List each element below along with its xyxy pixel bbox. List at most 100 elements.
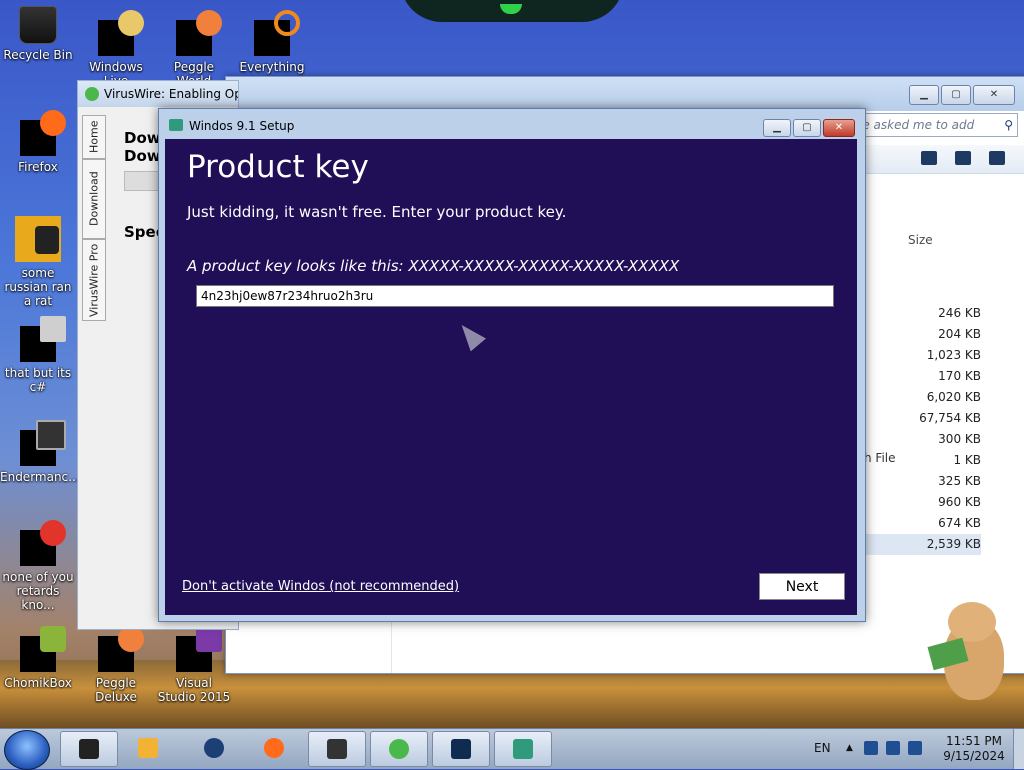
maximize-button[interactable]: ▢ xyxy=(793,119,821,137)
maximize-button[interactable]: ▢ xyxy=(941,85,971,105)
file-size[interactable]: 300 KB xyxy=(866,429,981,450)
desktop-icon-retards[interactable]: none of you retards kno... xyxy=(0,520,76,612)
clock-time: 11:51 PM xyxy=(946,734,1002,748)
file-size[interactable]: 674 KB xyxy=(866,513,981,534)
search-icon[interactable]: ⚲ xyxy=(1004,114,1013,136)
page-description: Just kidding, it wasn't free. Enter your… xyxy=(187,203,567,221)
desktop-icon-endermanch[interactable]: Endermanc... xyxy=(0,420,80,484)
setup-icon xyxy=(513,739,533,759)
viruswire-titlebar[interactable]: VirusWire: Enabling Op xyxy=(78,81,238,107)
desktop-icon-visual-studio[interactable]: Visual Studio 2015 xyxy=(156,626,232,704)
file-size[interactable]: 67,754 KB xyxy=(866,408,981,429)
desktop-icon-label: Recycle Bin xyxy=(3,48,73,62)
product-key-hint: A product key looks like this: XXXXX-XXX… xyxy=(187,257,680,275)
explorer-window-controls: ▁ ▢ ✕ xyxy=(909,85,1015,105)
column-header-size[interactable]: Size xyxy=(908,233,933,247)
volume-icon[interactable] xyxy=(908,741,922,755)
hamster-mascot xyxy=(927,600,1010,705)
chomikbox-icon xyxy=(20,626,66,672)
recycle-bin-icon xyxy=(19,6,57,44)
desktop-icon-peggle-world[interactable]: Peggle World xyxy=(156,10,232,88)
start-button[interactable] xyxy=(4,730,50,770)
desktop-icon-label: ChomikBox xyxy=(4,676,72,690)
taskbar-app-viruswire[interactable] xyxy=(370,731,428,767)
file-size[interactable]: 1 KB xyxy=(866,450,981,471)
file-size-selected[interactable]: 2,539 KB xyxy=(866,534,981,555)
terminal-icon xyxy=(79,739,99,759)
csharp-icon xyxy=(20,316,66,362)
desktop-icon-recycle-bin[interactable]: Recycle Bin xyxy=(0,6,76,62)
next-button[interactable]: Next xyxy=(759,573,845,600)
viruswire-icon xyxy=(389,739,409,759)
taskbar-app-firefox[interactable] xyxy=(246,731,302,765)
display-icon[interactable] xyxy=(886,741,900,755)
windows-live-icon xyxy=(98,10,144,56)
desktop-icon-windows-live[interactable]: Windows Live xyxy=(78,10,154,88)
tab-download[interactable]: Download xyxy=(82,159,106,239)
taskbar-app-globe[interactable] xyxy=(186,731,242,765)
product-key-pane: Product key Just kidding, it wasn't free… xyxy=(165,139,857,615)
file-size[interactable]: 246 KB xyxy=(866,303,981,324)
setup-window[interactable]: Windos 9.1 Setup ▁ ▢ ✕ Product key Just … xyxy=(158,108,866,622)
chevron-up-icon[interactable]: ▲ xyxy=(846,743,853,753)
file-size[interactable]: 170 KB xyxy=(866,366,981,387)
network-icon[interactable] xyxy=(864,741,878,755)
monitor-icon xyxy=(451,739,471,759)
file-size[interactable]: 1,023 KB xyxy=(866,345,981,366)
desktop-icon-everything[interactable]: Everything xyxy=(234,10,310,74)
media-player-icon xyxy=(138,738,158,758)
taskbar-app-monitor[interactable] xyxy=(432,731,490,767)
tab-label: Download xyxy=(87,171,101,227)
desktop-icon-russian-rat[interactable]: some russian ran a rat xyxy=(0,216,76,308)
taskbar-app-window[interactable] xyxy=(308,731,366,767)
desktop-icon-label: Peggle Deluxe xyxy=(95,676,137,704)
file-size[interactable]: 325 KB xyxy=(866,471,981,492)
tab-viruswire-pro[interactable]: VirusWire Pro xyxy=(82,239,106,321)
setup-titlebar[interactable]: Windos 9.1 Setup xyxy=(159,109,865,137)
desktop-icon-chomikbox[interactable]: ChomikBox xyxy=(0,626,76,690)
tab-label: Home xyxy=(87,120,101,154)
viruswire-icon xyxy=(85,87,99,101)
peggle-deluxe-icon xyxy=(98,626,144,672)
view-options-icon[interactable] xyxy=(921,151,937,165)
show-desktop-button[interactable] xyxy=(1013,729,1024,769)
tab-home[interactable]: Home xyxy=(82,115,106,159)
file-size[interactable]: 960 KB xyxy=(866,492,981,513)
endermanch-icon xyxy=(20,420,66,466)
minimize-button[interactable]: ▁ xyxy=(763,119,791,137)
file-size-column: 246 KB 204 KB 1,023 KB 170 KB 6,020 KB 6… xyxy=(866,303,981,555)
taskbar-app-media[interactable] xyxy=(120,731,176,765)
desktop-icon-csharp[interactable]: that but its c# xyxy=(0,316,76,394)
file-size[interactable]: 204 KB xyxy=(866,324,981,345)
window-icon xyxy=(327,739,347,759)
top-ornament xyxy=(400,0,624,22)
file-size[interactable]: 6,020 KB xyxy=(866,387,981,408)
desktop-icon-label: Everything xyxy=(239,60,305,74)
preview-pane-icon[interactable] xyxy=(955,151,971,165)
taskbar-app-terminal[interactable] xyxy=(60,731,118,767)
close-button[interactable]: ✕ xyxy=(973,85,1015,105)
heading-line-1: Dow xyxy=(124,129,161,147)
language-indicator[interactable]: EN xyxy=(814,741,831,755)
help-icon[interactable] xyxy=(989,151,1005,165)
tab-label: VirusWire Pro xyxy=(87,243,101,317)
clock-date: 9/15/2024 xyxy=(943,749,1005,763)
search-placeholder: le asked me to add xyxy=(859,118,975,132)
close-button[interactable]: ✕ xyxy=(823,119,855,137)
setup-window-controls: ▁ ▢ ✕ xyxy=(763,119,855,137)
minimize-button[interactable]: ▁ xyxy=(909,85,939,105)
everything-icon xyxy=(254,10,300,56)
dont-activate-link[interactable]: Don't activate Windos (not recommended) xyxy=(182,579,459,594)
firefox-icon xyxy=(264,738,284,758)
product-key-input[interactable] xyxy=(196,285,834,307)
rat-icon xyxy=(15,216,61,262)
desktop-icon-firefox[interactable]: Firefox xyxy=(0,110,76,174)
taskbar: EN ▲ 11:51 PM 9/15/2024 xyxy=(0,728,1024,770)
taskbar-app-setup[interactable] xyxy=(494,731,552,767)
clock[interactable]: 11:51 PM 9/15/2024 xyxy=(942,734,1006,764)
explorer-titlebar[interactable] xyxy=(226,77,1024,111)
setup-title: Windos 9.1 Setup xyxy=(189,119,295,133)
desktop-icon-peggle-deluxe[interactable]: Peggle Deluxe xyxy=(78,626,154,704)
explorer-search-input[interactable]: le asked me to add ⚲ xyxy=(854,113,1018,137)
viruswire-tabs: Home Download VirusWire Pro xyxy=(82,109,106,629)
